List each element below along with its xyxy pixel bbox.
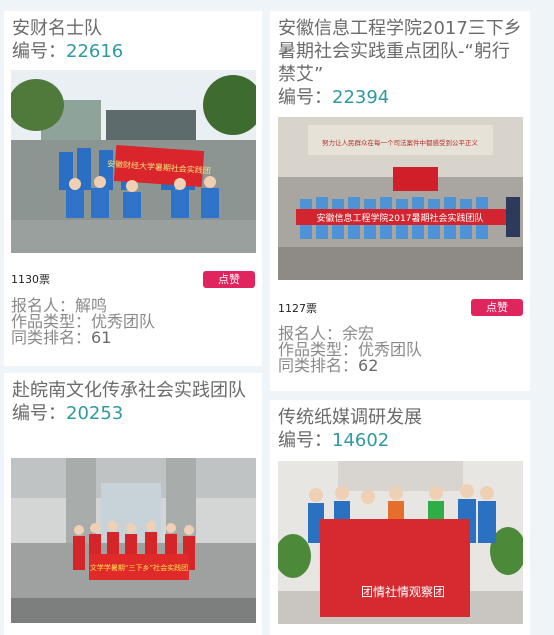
team-photo[interactable]: 文学学暑期“三下乡”社会实践团 xyxy=(11,458,256,623)
card-meta: 报名人：解鸣 作品类型：优秀团队 同类排名：61 xyxy=(11,296,156,347)
team-photo[interactable]: 团情社情观察团 xyxy=(278,461,523,624)
project-card: 安财名士队 编号：22616 安徽财经大学暑期社会实践团 1130票 点赞 报名… xyxy=(4,11,262,366)
card-number: 编号：22616 xyxy=(12,41,124,62)
vote-count: 1127票 xyxy=(278,302,317,315)
banner-text: 文学学暑期“三下乡”社会实践团 xyxy=(90,563,188,572)
card-title[interactable]: 传统纸媒调研发展 xyxy=(278,406,522,429)
banner-text: 团情社情观察团 xyxy=(361,584,445,599)
team-photo[interactable]: 安徽财经大学暑期社会实践团 xyxy=(11,70,256,253)
rank: 61 xyxy=(91,328,112,347)
card-number: 编号：20253 xyxy=(12,403,124,424)
project-card: 安徽信息工程学院2017三下乡暑期社会实践重点团队-“躬行禁艾” 编号：2239… xyxy=(270,11,530,391)
project-card: 传统纸媒调研发展 编号：14602 团情社情观察团 xyxy=(270,400,530,635)
card-number: 编号：14602 xyxy=(278,430,390,451)
card-title[interactable]: 安财名士队 xyxy=(12,17,254,40)
project-card: 赴皖南文化传承社会实践团队 编号：20253 文学学暑期“三下乡”社会实践团 xyxy=(4,373,262,635)
team-photo[interactable]: 努力让人民群众在每一个司法案件中都感受到公平正义 安徽信息工程学院2017暑期社… xyxy=(278,117,523,280)
vote-count: 1130票 xyxy=(11,273,50,286)
rank: 62 xyxy=(358,356,379,375)
banner-text: 安徽信息工程学院2017暑期社会实践团队 xyxy=(317,212,484,224)
card-title[interactable]: 赴皖南文化传承社会实践团队 xyxy=(12,379,254,402)
like-button[interactable]: 点赞 xyxy=(471,299,523,316)
wall-text: 努力让人民群众在每一个司法案件中都感受到公平正义 xyxy=(322,138,479,147)
card-meta: 报名人：余宏 作品类型：优秀团队 同类排名：62 xyxy=(278,324,423,375)
like-button[interactable]: 点赞 xyxy=(203,271,255,288)
card-number: 编号：22394 xyxy=(278,87,390,108)
card-title[interactable]: 安徽信息工程学院2017三下乡暑期社会实践重点团队-“躬行禁艾” xyxy=(278,17,522,86)
